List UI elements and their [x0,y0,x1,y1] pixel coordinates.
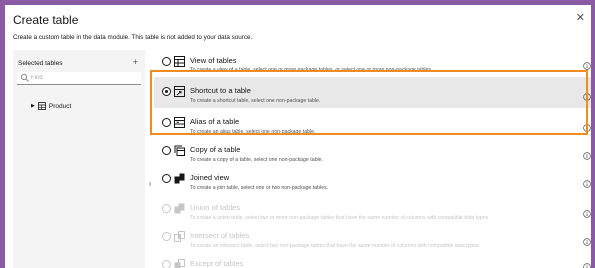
option-subtitle: To create a join table, select one or tw… [190,185,329,191]
union-tables-icon [174,203,185,214]
search-icon [20,73,29,82]
table-type-options: View of tables To create a view of a tab… [154,50,591,268]
option-title: Except of tables [190,259,244,268]
option-subtitle: To create a union table, select two or m… [190,215,490,221]
info-icon[interactable] [583,124,591,132]
selected-tables-header: Selected tables [18,60,63,67]
option-subtitle: To create an intersect table, select two… [190,243,481,249]
search-input[interactable] [31,72,137,84]
chevron-right-icon[interactable]: ▶ [31,103,35,109]
tree-item-product[interactable]: ▶ Product [31,101,71,111]
option-alias-of-a-table[interactable]: Alias of a table To create an alias tabl… [154,108,591,139]
radio-union-of-tables[interactable] [162,204,171,213]
radio-copy-of-a-table[interactable] [162,146,171,155]
dialog-title: Create table [13,13,79,27]
info-icon[interactable] [583,152,591,160]
radio-shortcut-to-a-table[interactable] [162,87,171,96]
panel-splitter[interactable] [148,50,152,268]
option-title: Alias of a table [190,117,240,126]
info-icon[interactable] [583,62,591,70]
radio-view-of-tables[interactable] [162,57,171,66]
option-title: Copy of a table [190,145,241,154]
option-view-of-tables[interactable]: View of tables To create a view of a tab… [154,50,591,75]
close-icon[interactable]: ✕ [576,11,585,24]
option-subtitle: To create a shortcut table, select one n… [190,98,321,104]
info-icon[interactable] [583,210,591,218]
table-icon [37,102,46,110]
radio-intersect-of-tables[interactable] [162,232,171,241]
intersect-tables-icon [174,231,185,242]
option-except-of-tables[interactable]: Except of tables [154,257,591,268]
joined-view-icon [174,173,185,184]
alias-table-icon [174,117,185,128]
search-box [17,72,141,85]
option-shortcut-to-a-table[interactable]: Shortcut to a table To create a shortcut… [154,77,591,108]
view-of-tables-icon [174,56,185,67]
info-icon[interactable] [583,93,591,101]
info-icon[interactable] [583,180,591,188]
option-intersect-of-tables[interactable]: Intersect of tables To create an interse… [154,228,591,254]
option-title: View of tables [190,56,237,65]
option-subtitle: To create a copy of a table, select one … [190,157,323,163]
option-joined-view[interactable]: Joined view To create a join table, sele… [154,170,591,196]
create-table-dialog: Create table ✕ Create a custom table in … [5,5,591,268]
option-title: Shortcut to a table [190,86,251,95]
option-title: Union of tables [190,203,241,212]
radio-joined-view[interactable] [162,174,171,183]
tree-item-label: Product [48,102,72,110]
splitter-handle[interactable] [149,182,151,186]
shortcut-table-icon [174,86,185,97]
option-title: Joined view [190,173,230,182]
option-copy-of-a-table[interactable]: Copy of a table To create a copy of a ta… [154,142,591,168]
option-subtitle: To create an alias table, select one non… [190,129,316,135]
radio-except-of-tables[interactable] [162,260,171,268]
dialog-description: Create a custom table in the data module… [13,34,253,41]
selected-tables-panel: Selected tables + ▶ Product [13,50,145,268]
info-icon[interactable] [583,238,591,246]
copy-table-icon [174,145,185,156]
option-union-of-tables[interactable]: Union of tables To create a union table,… [154,200,591,226]
option-subtitle: To create a view of a table, select one … [190,67,433,73]
add-table-button[interactable]: + [133,57,138,67]
info-icon[interactable] [583,263,591,268]
radio-alias-of-a-table[interactable] [162,118,171,127]
except-tables-icon [174,259,185,268]
option-title: Intersect of tables [190,231,250,240]
